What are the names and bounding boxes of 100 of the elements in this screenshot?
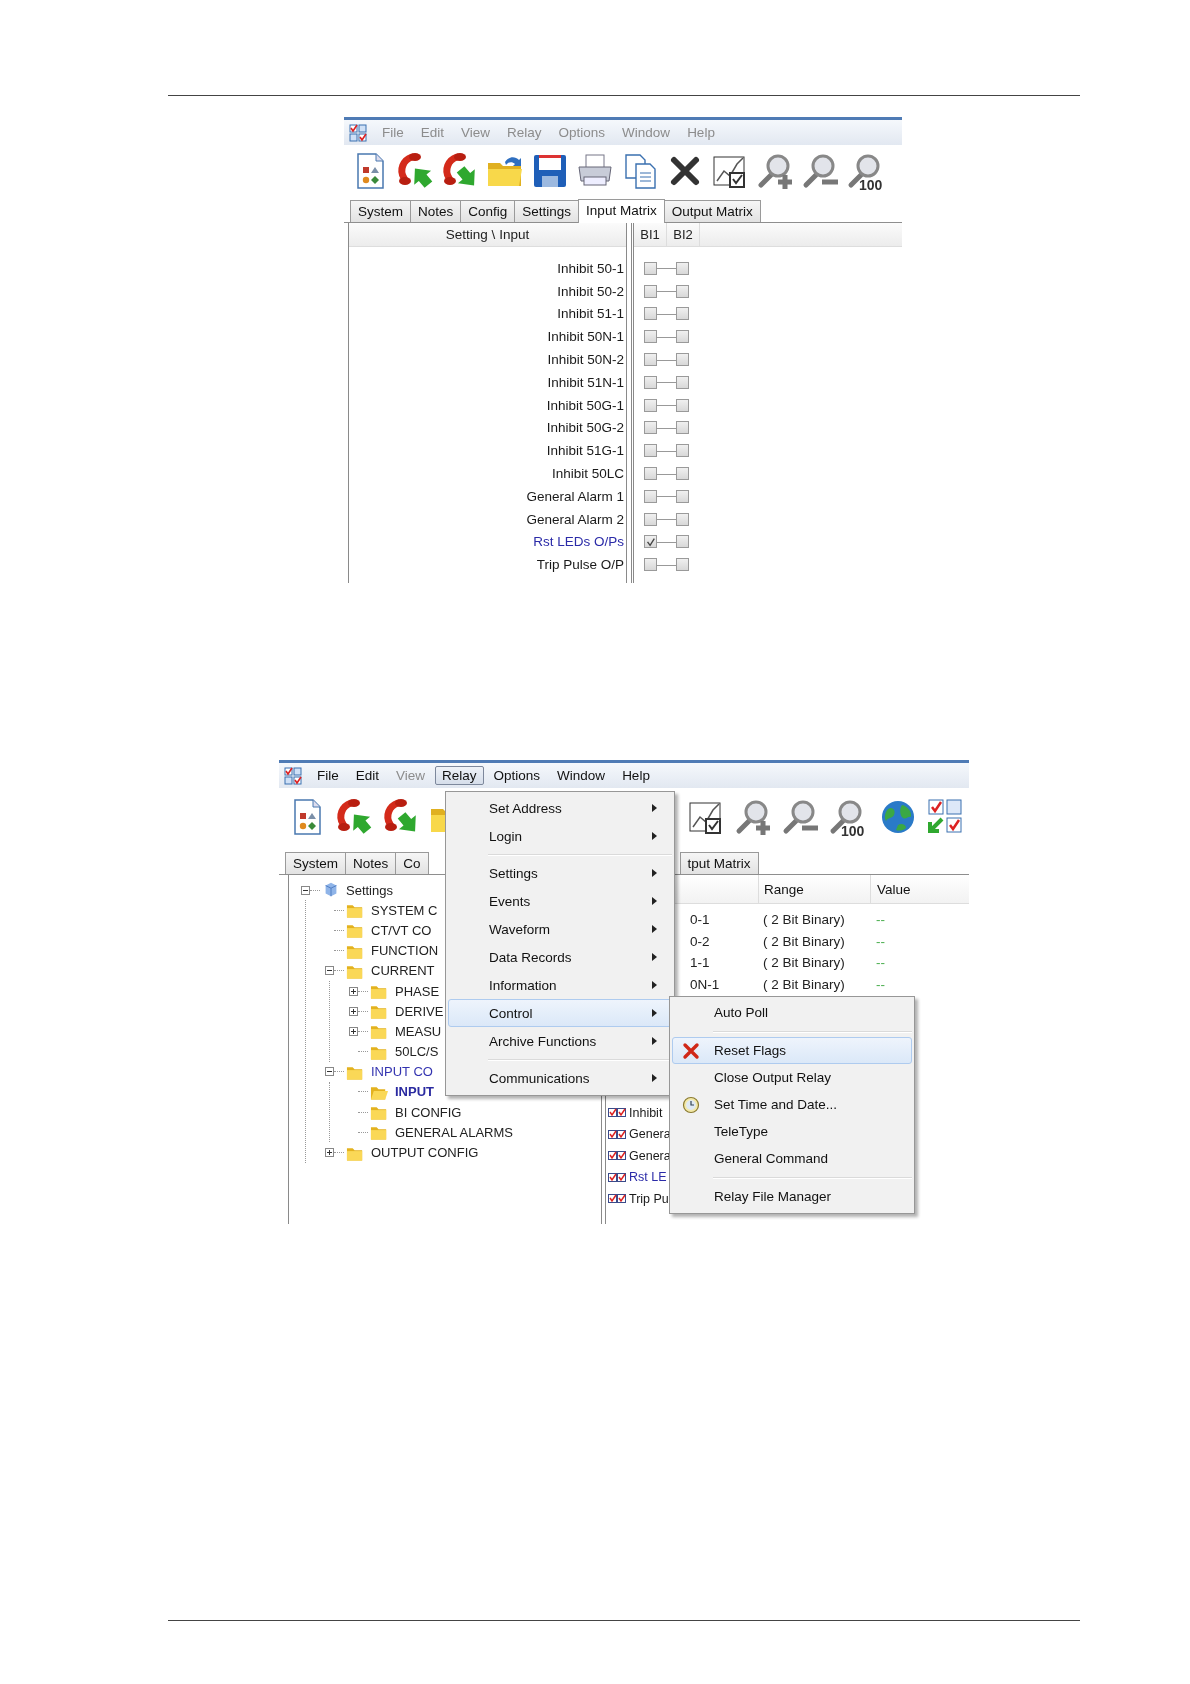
table-cell-text: --	[875, 912, 885, 928]
checkbox[interactable]	[643, 398, 657, 412]
expand-toggle[interactable]	[325, 1067, 334, 1077]
menu-item[interactable]: Settings	[448, 859, 672, 887]
tree-item[interactable]: DERIVE	[395, 1003, 444, 1019]
row-label: Inhibit 51G-1	[546, 443, 624, 459]
checkbox[interactable]	[643, 307, 657, 321]
expand-toggle[interactable]	[349, 986, 358, 996]
checkbox[interactable]	[675, 307, 689, 321]
row-label: Inhibit 50-1	[557, 260, 624, 276]
tree-item[interactable]: SYSTEM C	[371, 902, 438, 918]
table-cell-text: --	[875, 933, 885, 949]
checkbox[interactable]	[643, 489, 657, 503]
menu-item[interactable]: Relay File Manager	[672, 1183, 912, 1210]
tree-item[interactable]: INPUT CO	[371, 1064, 433, 1080]
tree-item[interactable]: Settings	[346, 882, 393, 898]
row-label: General Alarm 2	[526, 511, 624, 527]
checkbox[interactable]	[675, 330, 689, 344]
tree-item[interactable]: GENERAL ALARMS	[395, 1124, 513, 1140]
checkbox[interactable]	[675, 284, 689, 298]
checkbox[interactable]	[675, 489, 689, 503]
expand-toggle[interactable]	[301, 885, 310, 895]
tab[interactable]: Input Matrix	[578, 199, 665, 223]
tree-item[interactable]: INPUT	[395, 1084, 434, 1100]
checkbox[interactable]	[643, 261, 657, 275]
table-cell: ( 2 Bit Binary)	[763, 933, 845, 949]
checkbox[interactable]	[643, 353, 657, 367]
tab[interactable]: Notes	[410, 200, 462, 222]
expand-toggle[interactable]	[325, 1148, 334, 1158]
tab[interactable]: tput Matrix	[679, 852, 759, 874]
tab[interactable]: Co	[395, 852, 429, 874]
tree-item[interactable]: CURRENT	[371, 963, 435, 979]
menu-item[interactable]: Archive Functions	[448, 1027, 672, 1055]
tab[interactable]: Notes	[345, 852, 397, 874]
checkbox[interactable]	[643, 467, 657, 481]
expand-toggle[interactable]	[349, 1026, 358, 1036]
menu-item[interactable]: Data Records	[448, 943, 672, 971]
menu-item[interactable]: Events	[448, 887, 672, 915]
checkbox[interactable]	[643, 535, 657, 549]
checkbox[interactable]	[675, 375, 689, 389]
expand-toggle[interactable]	[325, 966, 334, 976]
phone-arrow-icon[interactable]	[395, 151, 435, 191]
tree-item[interactable]: MEASU	[395, 1023, 442, 1039]
row-label: Inhibit 50G-2	[546, 420, 624, 436]
menu-item[interactable]: Set Time and Date...	[672, 1091, 912, 1118]
expand-toggle[interactable]	[349, 1006, 358, 1016]
menu-item[interactable]: Waveform	[448, 915, 672, 943]
checkbox[interactable]	[675, 535, 689, 549]
tab[interactable]: Settings	[514, 200, 580, 222]
checkbox[interactable]	[643, 444, 657, 458]
tab[interactable]: System	[350, 200, 411, 222]
table-cell: ( 2 Bit Binary)	[763, 976, 845, 992]
checkbox[interactable]	[643, 421, 657, 435]
checkbox[interactable]	[675, 558, 689, 572]
checkbox[interactable]	[675, 467, 689, 481]
menu-item[interactable]: Login	[448, 822, 672, 850]
checkbox[interactable]	[675, 398, 689, 412]
tree-item[interactable]: CT/VT CO	[371, 922, 432, 938]
checkbox-pair-icon	[608, 1193, 627, 1205]
checkbox[interactable]	[643, 512, 657, 526]
tab[interactable]: System	[285, 852, 346, 874]
checkbox[interactable]	[643, 375, 657, 389]
table-cell: 0-1	[690, 912, 710, 928]
tab[interactable]: Output Matrix	[663, 200, 761, 222]
menu-item[interactable]: TeleType	[672, 1118, 912, 1145]
menu-item[interactable]: Communications	[448, 1064, 672, 1092]
checkbox[interactable]	[643, 330, 657, 344]
checkbox[interactable]	[643, 284, 657, 298]
phone-arrow-icon[interactable]	[334, 797, 374, 837]
menu-item[interactable]: Auto Poll	[672, 999, 912, 1026]
checkbox[interactable]	[675, 421, 689, 435]
menu-item[interactable]: Information	[448, 971, 672, 999]
menu-item[interactable]: Reset Flags	[672, 1037, 912, 1064]
app-icon	[349, 123, 367, 142]
tree-item[interactable]: BI CONFIG	[395, 1104, 462, 1120]
checkbox[interactable]	[643, 558, 657, 572]
tree-item[interactable]: OUTPUT CONFIG	[371, 1145, 479, 1161]
tree-item[interactable]: 50LC/S	[395, 1044, 439, 1060]
menu-item[interactable]: Edit	[348, 766, 387, 785]
table-cell: 1-1	[690, 955, 710, 971]
tree-item[interactable]: FUNCTION	[371, 943, 439, 959]
table-cell: 0-2	[690, 933, 710, 949]
tab[interactable]: Config	[460, 200, 516, 222]
menu-item[interactable]: Relay	[435, 766, 484, 785]
checkbox[interactable]	[675, 261, 689, 275]
menu-item[interactable]: Window	[550, 766, 613, 785]
checkbox-pair-icon	[608, 1128, 627, 1140]
column-header: Value	[877, 881, 911, 897]
menu-item[interactable]: Close Output Relay	[672, 1064, 912, 1091]
tree-item[interactable]: PHASE	[395, 983, 440, 999]
menu-item[interactable]: Control	[448, 999, 672, 1027]
menu-item[interactable]: Help	[615, 766, 657, 785]
checkbox[interactable]	[675, 444, 689, 458]
checkbox[interactable]	[675, 353, 689, 367]
checkbox[interactable]	[675, 512, 689, 526]
menu-item[interactable]: Set Address	[448, 794, 672, 822]
menu-item[interactable]: File	[310, 766, 346, 785]
table-cell-text: --	[875, 976, 885, 992]
menu-item[interactable]: General Command	[672, 1145, 912, 1172]
menu-item[interactable]: Options	[486, 766, 548, 785]
